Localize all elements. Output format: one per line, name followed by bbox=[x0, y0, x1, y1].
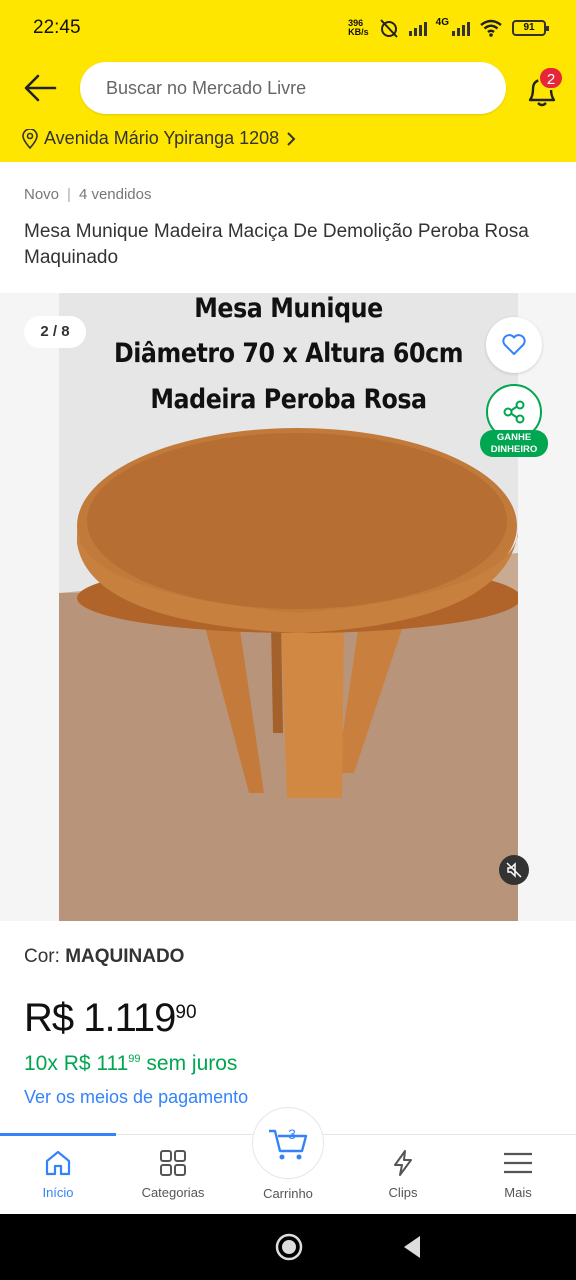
tab-more[interactable]: Mais bbox=[463, 1145, 573, 1200]
notification-badge: 2 bbox=[538, 66, 564, 90]
share-icon bbox=[503, 400, 525, 424]
signal-icon-2 bbox=[452, 20, 470, 36]
heart-icon bbox=[502, 334, 526, 355]
back-nav-icon[interactable] bbox=[400, 1234, 424, 1260]
wifi-icon bbox=[480, 19, 502, 37]
status-time: 22:45 bbox=[33, 17, 81, 38]
status-icons: 396 KB/s 4G 91 bbox=[348, 16, 549, 38]
status-bar: 22:45 396 KB/s 4G 91 bbox=[0, 0, 576, 56]
address-link[interactable]: Avenida Mário Ypiranga 1208 bbox=[22, 128, 297, 149]
gallery-counter: 2 / 8 bbox=[24, 316, 86, 348]
active-tab-indicator bbox=[0, 1133, 116, 1136]
clips-icon bbox=[394, 1150, 412, 1176]
payment-methods-link[interactable]: Ver os meios de pagamento bbox=[24, 1087, 248, 1108]
arrow-left-icon bbox=[24, 74, 57, 102]
search-row: Buscar no Mercado Livre bbox=[0, 62, 576, 114]
tab-categories[interactable]: Categorias bbox=[118, 1145, 228, 1200]
cart-count: 3 bbox=[288, 1126, 296, 1142]
address-text: Avenida Mário Ypiranga 1208 bbox=[44, 128, 280, 148]
battery-icon: 91 bbox=[512, 20, 549, 36]
image-text-line-1: Mesa Munique bbox=[194, 293, 383, 324]
color-label: Cor: bbox=[24, 946, 60, 967]
tab-home[interactable]: Início bbox=[3, 1145, 113, 1200]
product-title: Mesa Munique Madeira Maciça De Demolição… bbox=[24, 221, 529, 268]
tab-cart-label: Carrinho bbox=[263, 1186, 313, 1201]
volume-off-icon bbox=[506, 862, 522, 878]
mute-button[interactable] bbox=[499, 855, 529, 885]
condition-label: Novo bbox=[24, 186, 60, 203]
meta-divider: | bbox=[67, 186, 71, 203]
price-main: R$ 1.119 bbox=[24, 996, 176, 1040]
network-type: 4G bbox=[435, 16, 449, 28]
search-input[interactable]: Buscar no Mercado Livre bbox=[80, 62, 506, 114]
product-photo[interactable]: Mesa Munique Diâmetro 70 x Altura 60cm M… bbox=[59, 293, 518, 921]
menu-icon bbox=[504, 1152, 532, 1174]
net-speed: 396 KB/s bbox=[348, 18, 369, 37]
tab-cart[interactable]: 3 bbox=[252, 1107, 324, 1179]
sold-count: 4 vendidos bbox=[78, 186, 152, 203]
product-gallery[interactable]: Mesa Munique Diâmetro 70 x Altura 60cm M… bbox=[0, 293, 576, 921]
home-icon bbox=[45, 1150, 71, 1176]
installments-cents: 99 bbox=[128, 1053, 141, 1065]
signal-icon bbox=[408, 20, 427, 36]
price-cents: 90 bbox=[175, 1002, 197, 1023]
system-nav-bar bbox=[0, 1214, 576, 1280]
bottom-tab-bar: Início Categorias 3 Carrinho Clips Mais bbox=[0, 1107, 576, 1214]
grid-icon bbox=[160, 1150, 186, 1176]
favorite-button[interactable] bbox=[486, 317, 542, 373]
chevron-right-icon bbox=[287, 131, 296, 146]
installments-suffix: sem juros bbox=[146, 1052, 238, 1075]
installments: 10x R$ 11199 sem juros bbox=[24, 1052, 237, 1076]
location-pin-icon bbox=[22, 128, 38, 149]
color-selector[interactable]: Cor: MAQUINADO bbox=[24, 946, 184, 968]
earn-money-badge[interactable]: GANHE DINHEIRO bbox=[480, 430, 548, 457]
image-text-line-2: Diâmetro 70 x Altura 60cm bbox=[113, 338, 464, 369]
home-nav-icon[interactable] bbox=[274, 1232, 304, 1262]
price: R$ 1.11990 bbox=[24, 996, 197, 1041]
alarm-off-icon bbox=[379, 19, 398, 38]
cart-icon: 3 bbox=[269, 1126, 308, 1160]
color-value: MAQUINADO bbox=[65, 946, 185, 967]
installments-prefix: 10x R$ 111 bbox=[24, 1052, 129, 1075]
tab-clips[interactable]: Clips bbox=[348, 1145, 458, 1200]
image-text-line-3: Madeira Peroba Rosa bbox=[150, 384, 427, 415]
back-button[interactable] bbox=[22, 72, 58, 104]
product-meta: Novo | 4 vendidos bbox=[24, 186, 152, 203]
